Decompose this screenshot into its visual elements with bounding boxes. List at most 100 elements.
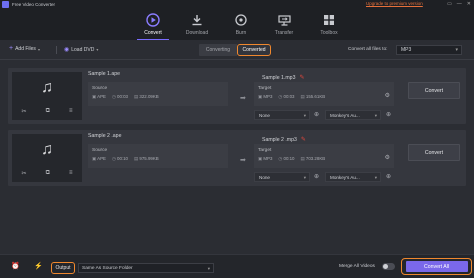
cut-icon[interactable]: ✂ <box>22 170 27 177</box>
disc-icon <box>235 13 247 27</box>
target-info[interactable]: Target ▣ MP3 ◷ 00:10 ▤ 703.28KB ⚙ <box>254 144 394 168</box>
load-dvd-button[interactable]: ◉ Load DVD ▾ <box>64 46 98 54</box>
tab-transfer-label: Transfer <box>274 30 294 36</box>
source-format: APE <box>97 156 106 161</box>
clock-icon: ◷ <box>111 94 116 99</box>
target-format: MP3 <box>263 156 273 161</box>
target-title: Sample 1.mp3 ✎ <box>262 74 304 82</box>
status-segment: Converting Converted <box>199 44 271 56</box>
target-label: Target <box>258 86 272 91</box>
music-note-icon: ♫ <box>41 141 53 158</box>
edit-icon[interactable]: ✎ <box>299 74 304 81</box>
convert-button[interactable]: Convert <box>408 82 460 99</box>
audio-track-select[interactable]: Monkey's Au... ▾ <box>325 110 381 120</box>
edit-icon[interactable]: ✎ <box>301 136 306 143</box>
target-meta: ▣ MP3 ◷ 00:03 ▤ 155.61KB <box>258 94 325 100</box>
minimize-icon[interactable]: — <box>457 1 462 7</box>
crop-icon[interactable]: ⧉ <box>46 108 50 115</box>
subtitle-select[interactable]: None ▾ <box>254 110 310 120</box>
converting-tab[interactable]: Converting <box>199 44 237 56</box>
tab-download[interactable]: Download <box>175 8 219 40</box>
output-format-select[interactable]: MP3 ▾ <box>396 45 462 55</box>
format-icon: ▣ <box>92 156 97 161</box>
tab-burn[interactable]: Burn <box>219 8 263 40</box>
effect-icon[interactable]: ≡ <box>69 108 73 115</box>
file-icon: ▤ <box>134 94 139 99</box>
source-size: 975.99KB <box>139 156 159 161</box>
toolbox-icon <box>323 13 335 27</box>
add-subtitle-icon[interactable]: ⊕ <box>314 173 319 180</box>
format-icon: ▣ <box>258 94 263 99</box>
audio-track-value: Monkey's Au... <box>330 112 360 118</box>
target-duration: 00:10 <box>283 156 295 161</box>
window-controls: ▭ — ✕ <box>447 0 471 8</box>
app-logo-icon <box>2 0 9 8</box>
converted-tab[interactable]: Converted <box>237 44 271 56</box>
chevron-down-icon[interactable]: ▾ <box>38 47 40 52</box>
target-label: Target <box>258 148 272 153</box>
source-info: Source ▣ APE ◷ 00:10 ▤ 975.99KB <box>88 144 228 168</box>
add-subtitle-icon[interactable]: ⊕ <box>314 111 319 118</box>
file-icon: ▤ <box>300 156 305 161</box>
thumbnail-tools: ✂ ⧉ ≡ <box>12 170 82 177</box>
target-file-name: Sample 2 .mp3 <box>262 136 297 143</box>
convert-all-highlight: Convert All <box>401 258 472 275</box>
audio-thumbnail: ♫ ✂ ⧉ ≡ <box>12 134 82 182</box>
output-folder-select[interactable]: Same As Source Folder ▾ <box>78 263 214 273</box>
file-icon: ▤ <box>134 156 139 161</box>
task-row: ♫ ✂ ⧉ ≡ Sample 1.ape Source ▣ APE ◷ 00:0… <box>8 68 466 124</box>
tab-toolbox-label: Toolbox <box>320 30 338 36</box>
chevron-down-icon: ▾ <box>303 113 306 118</box>
convert-all-to-label: Convert all files to: <box>348 47 388 52</box>
chevron-down-icon: ▾ <box>374 175 377 180</box>
tab-convert[interactable]: Convert <box>131 8 175 40</box>
tab-transfer[interactable]: Transfer <box>262 8 306 40</box>
action-toolbar: + Add Files ▾ ◉ Load DVD ▾ Converting Co… <box>0 40 474 60</box>
clock-icon: ◷ <box>278 156 283 161</box>
effect-icon[interactable]: ≡ <box>69 170 73 177</box>
source-info: Source ▣ APE ◷ 00:03 ▤ 322.09KB <box>88 82 228 106</box>
schedule-clock-icon[interactable]: ⏰ <box>11 262 20 270</box>
audio-track-value: Monkey's Au... <box>330 174 360 180</box>
merge-toggle[interactable] <box>382 263 395 270</box>
add-audio-icon[interactable]: ⊕ <box>386 111 391 118</box>
tab-burn-label: Burn <box>235 30 247 36</box>
settings-gear-icon[interactable]: ⚙ <box>385 92 390 99</box>
restore-icon[interactable]: ▭ <box>447 1 452 7</box>
crop-icon[interactable]: ⧉ <box>46 170 50 177</box>
add-files-button[interactable]: + Add Files ▾ <box>9 45 40 52</box>
title-bar: Free Video Converter Upgrade to premium … <box>0 0 474 8</box>
source-meta: ▣ APE ◷ 00:03 ▤ 322.09KB <box>92 94 159 100</box>
output-label: Output <box>51 262 75 274</box>
convert-all-button[interactable]: Convert All <box>405 261 468 272</box>
subtitle-select[interactable]: None ▾ <box>254 172 310 182</box>
convert-button[interactable]: Convert <box>408 144 460 161</box>
format-icon: ▣ <box>92 94 97 99</box>
add-audio-icon[interactable]: ⊕ <box>386 173 391 180</box>
audio-track-select[interactable]: Monkey's Au... ▾ <box>325 172 381 182</box>
cut-icon[interactable]: ✂ <box>22 108 27 115</box>
upgrade-link[interactable]: Upgrade to premium version <box>366 1 423 6</box>
transfer-icon <box>277 13 291 27</box>
source-format: APE <box>97 94 106 99</box>
toolbar-divider <box>56 46 57 54</box>
merge-all-label: Merge All Videos <box>339 264 375 269</box>
chevron-down-icon: ▾ <box>207 266 210 271</box>
main-nav: Convert Download Burn Transfer Toolbox <box>0 8 474 40</box>
target-format: MP3 <box>263 94 273 99</box>
app-title: Free Video Converter <box>12 1 55 7</box>
lightning-icon[interactable]: ⚡ <box>34 262 43 270</box>
chevron-down-icon: ▾ <box>303 175 306 180</box>
format-icon: ▣ <box>258 156 263 161</box>
tab-toolbox[interactable]: Toolbox <box>307 8 351 40</box>
source-label: Source <box>92 148 108 153</box>
close-icon[interactable]: ✕ <box>467 1 471 7</box>
output-format-value: MP3 <box>401 47 412 53</box>
chevron-down-icon[interactable]: ▾ <box>96 47 98 52</box>
settings-gear-icon[interactable]: ⚙ <box>385 154 390 161</box>
target-size: 155.61KB <box>305 94 326 99</box>
source-duration: 00:10 <box>117 156 129 161</box>
subtitle-value: None <box>259 112 270 118</box>
music-note-icon: ♫ <box>41 79 53 96</box>
target-info[interactable]: Target ▣ MP3 ◷ 00:03 ▤ 155.61KB ⚙ <box>254 82 394 106</box>
